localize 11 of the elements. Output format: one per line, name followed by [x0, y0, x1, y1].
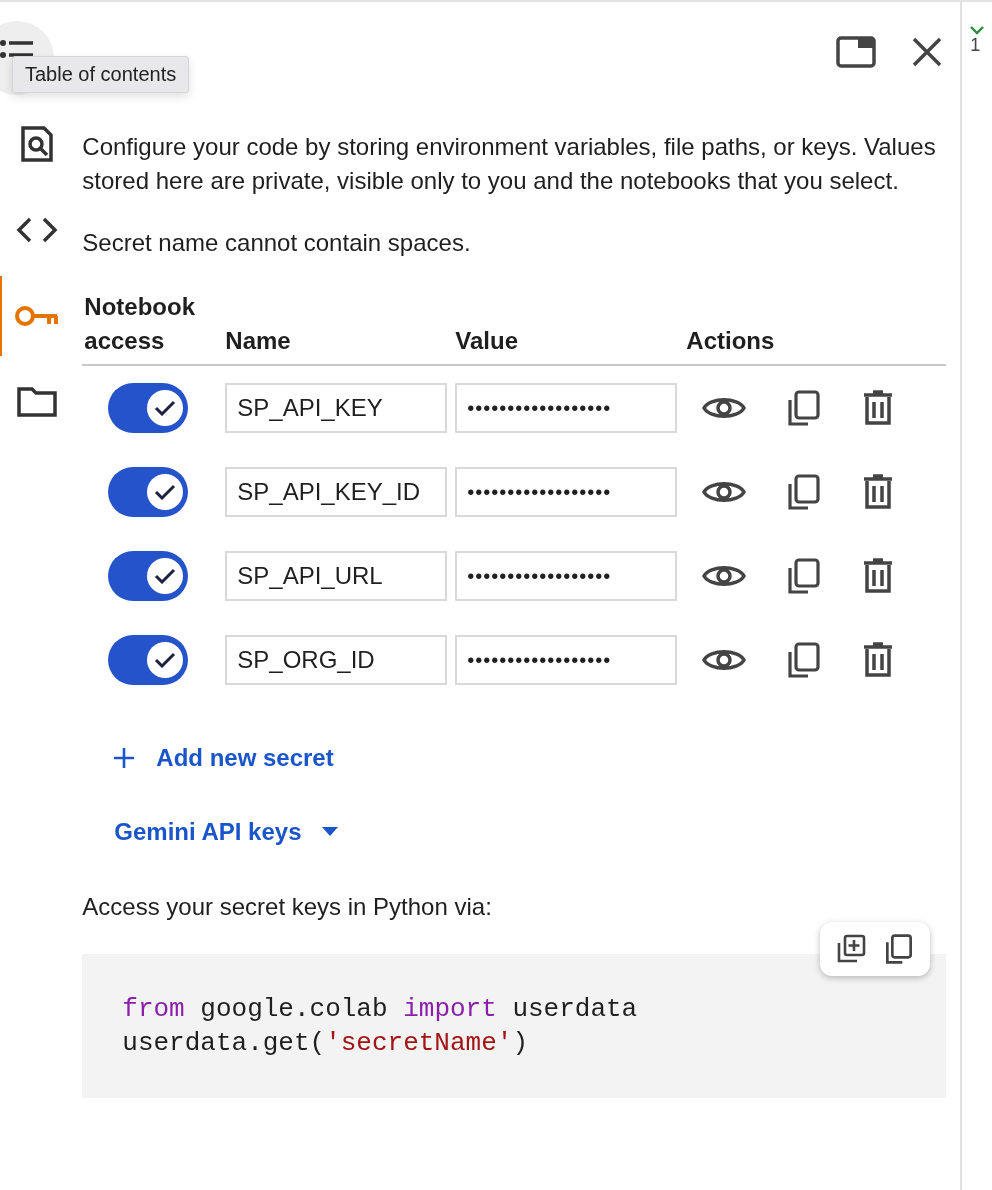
tooltip: Table of contents — [12, 56, 190, 93]
column-header: Actions — [686, 326, 776, 356]
description-text: Configure your code by storing environment variables, file paths, or keys. Values stored here are private, visible only to you and the notebooks that you select. — [82, 132, 937, 196]
access-note: Access your secret keys in Python via: — [82, 892, 493, 922]
code-line: userdata.get('secretName') — [122, 1027, 529, 1060]
column-header: Value — [455, 326, 520, 356]
column-header: Notebook access — [83, 292, 196, 356]
error-text: Secret name cannot contain spaces. — [82, 228, 472, 258]
column-header: Name — [225, 326, 292, 356]
code-line: from google.colab import userdata — [122, 993, 639, 1026]
side-text: 1 — [970, 35, 982, 56]
